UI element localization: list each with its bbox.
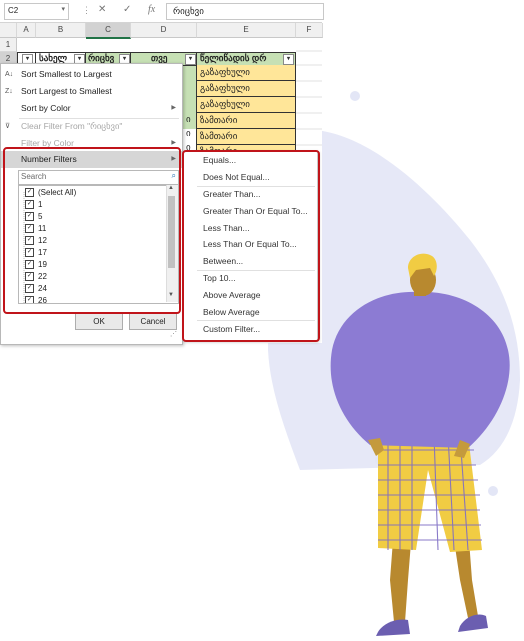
menu-item-label: Sort Smallest to Largest (21, 69, 112, 79)
clear-filter-icon: ⊽ (5, 123, 11, 130)
chevron-down-icon[interactable]: ▾ (61, 5, 65, 13)
sort-desc-icon: Z↓ (5, 88, 13, 95)
column-d-fragment: ი (186, 128, 191, 138)
cancel-button[interactable]: Cancel (129, 313, 177, 330)
formula-input[interactable]: რიცხვი (166, 3, 324, 20)
column-d-fragment: ი (186, 114, 191, 124)
purple-sweater (330, 291, 510, 448)
cancel-icon[interactable]: ✕ (98, 4, 106, 15)
season-cell: გაზაფხული (196, 65, 296, 81)
menu-item-label: Sort Largest to Smallest (21, 86, 112, 96)
resize-grip-icon[interactable]: ⋰ (170, 330, 177, 338)
column-header-d[interactable]: D (131, 23, 197, 38)
menu-item-label: Sort by Color (21, 103, 71, 113)
formula-bar: C2 ▾ ⋮ ✕ ✓ fx რიცხვი (0, 0, 324, 23)
header-label: წელიწადის დრ (200, 53, 267, 63)
formula-input-value: რიცხვი (173, 6, 204, 16)
column-header-c[interactable]: C (86, 23, 131, 39)
column-header-e[interactable]: E (197, 23, 296, 38)
person-illustration (330, 253, 510, 636)
decor-dot (350, 91, 360, 101)
menu-item-label: Clear Filter From "რიცხვი" (21, 121, 123, 131)
column-header-b[interactable]: B (36, 23, 86, 38)
sort-ascending-item[interactable]: A↓ Sort Smallest to Largest (1, 66, 182, 83)
name-box[interactable]: C2 ▾ (4, 3, 69, 20)
column-header-f[interactable]: F (296, 23, 323, 38)
sort-descending-item[interactable]: Z↓ Sort Largest to Smallest (1, 83, 182, 100)
sort-asc-icon: A↓ (5, 71, 14, 78)
select-all-corner[interactable] (0, 23, 17, 38)
clear-filter-item: ⊽ Clear Filter From "რიცხვი" (1, 118, 182, 135)
formula-bar-divider: ⋮ (82, 5, 91, 15)
row-header-1[interactable]: 1 (0, 38, 17, 52)
highlight-frame-submenu (182, 150, 320, 342)
chevron-right-icon: ▶ (171, 105, 176, 111)
column-header-a[interactable]: A (17, 23, 36, 38)
filter-dropdown-button[interactable]: ▾ (283, 54, 294, 65)
ok-button[interactable]: OK (75, 313, 123, 330)
header-cell-e: წელიწადის დრ ▾ (196, 52, 296, 66)
function-icon[interactable]: fx (148, 4, 155, 15)
filter-dropdown-button[interactable]: ▾ (185, 54, 196, 65)
left-shoe (376, 619, 410, 636)
sort-by-color-item[interactable]: Sort by Color ▶ (1, 100, 182, 117)
right-shoe (458, 614, 488, 632)
highlight-frame-number-filters (3, 147, 181, 314)
season-cell: ზამთარი (196, 113, 296, 129)
season-cell: გაზაფხული (196, 81, 296, 97)
confirm-icon[interactable]: ✓ (123, 4, 131, 15)
season-cell: გაზაფხული (196, 97, 296, 113)
season-cell: ზამთარი (196, 129, 296, 145)
name-box-value: C2 (8, 6, 19, 15)
